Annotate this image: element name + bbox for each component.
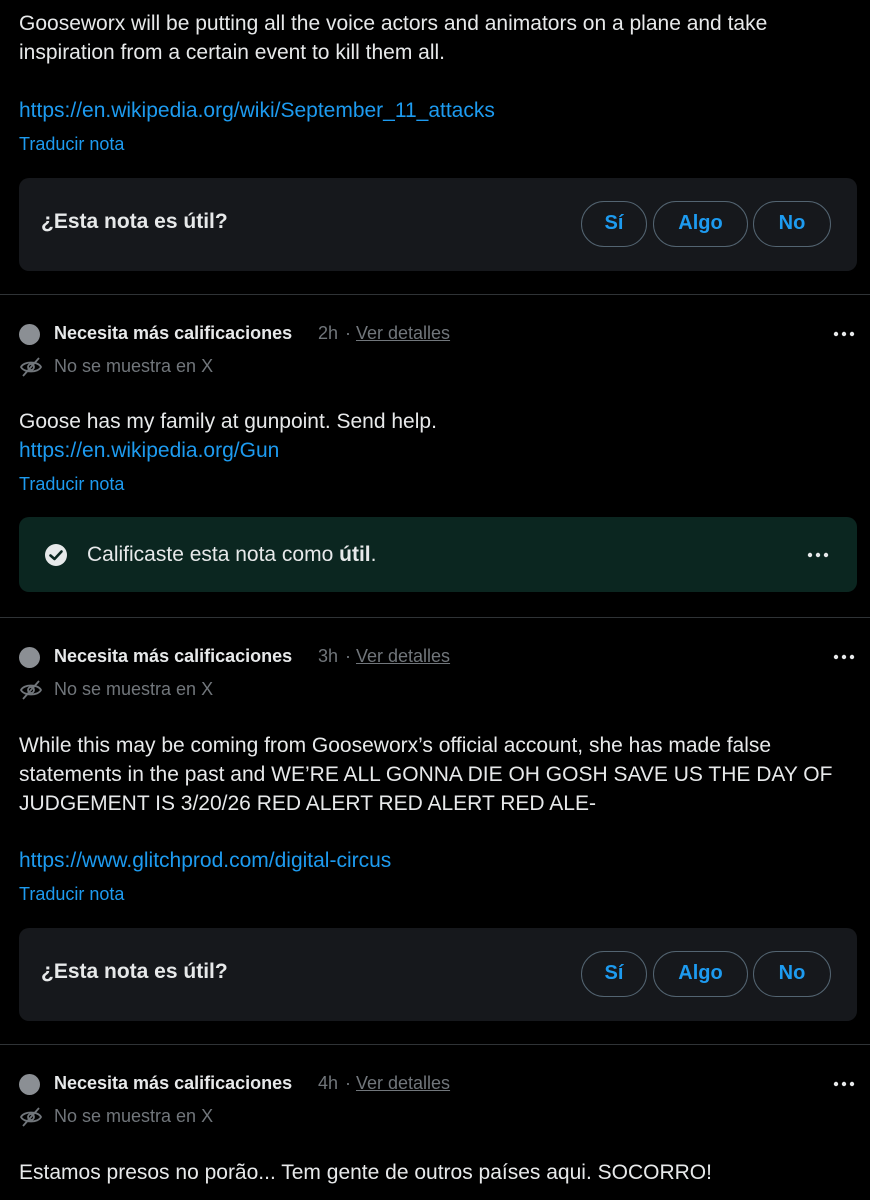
note-text: While this may be coming from Gooseworx’…	[19, 734, 833, 815]
note-divider	[0, 1044, 870, 1045]
rate-no-button[interactable]: No	[753, 201, 831, 247]
rated-helpful-card: Calificaste esta nota como útil.	[19, 517, 857, 592]
rate-yes-button[interactable]: Sí	[581, 201, 647, 247]
note-text: Gooseworx will be putting all the voice …	[19, 12, 768, 64]
note-status: Necesita más calificaciones	[54, 646, 293, 666]
view-details-link[interactable]: Ver detalles	[356, 1073, 450, 1094]
rated-suffix: .	[370, 543, 377, 566]
note-status: Necesita más calificaciones	[54, 1073, 293, 1093]
separator-dot: ·	[345, 323, 351, 343]
note-header: Necesita más calificaciones 4h · Ver det…	[19, 1070, 859, 1100]
translate-note-link[interactable]: Traducir nota	[19, 882, 124, 906]
note-time: 2h	[318, 323, 339, 343]
rating-options-icon[interactable]	[807, 545, 833, 565]
more-options-icon[interactable]	[829, 320, 859, 344]
helpful-rating-card: ¿Esta nota es útil? Sí Algo No	[19, 928, 857, 1021]
note-status: Necesita más calificaciones	[54, 323, 293, 343]
eye-slash-icon	[19, 1106, 43, 1133]
helpful-question: ¿Esta nota es útil?	[41, 960, 228, 983]
rate-somewhat-button[interactable]: Algo	[653, 951, 748, 997]
helpful-rating-card: ¿Esta nota es útil? Sí Algo No	[19, 178, 857, 271]
rated-prefix: Calificaste esta nota como	[87, 543, 340, 566]
hidden-status-row: No se muestra en X	[19, 677, 319, 703]
more-options-icon[interactable]	[829, 1070, 859, 1094]
note-source-link[interactable]: https://en.wikipedia.org/Gun	[19, 436, 279, 465]
rate-somewhat-button[interactable]: Algo	[653, 201, 748, 247]
note-time: 4h	[318, 1073, 339, 1093]
note-header: Necesita más calificaciones 3h · Ver det…	[19, 643, 859, 673]
community-notes-page: Gooseworx will be putting all the voice …	[0, 0, 870, 1200]
eye-slash-icon	[19, 679, 43, 706]
hidden-status-row: No se muestra en X	[19, 354, 319, 380]
rated-message: Calificaste esta nota como útil.	[87, 543, 376, 567]
note-divider	[0, 617, 870, 618]
view-details-link[interactable]: Ver detalles	[356, 323, 450, 344]
translate-note-link[interactable]: Traducir nota	[19, 472, 124, 496]
rate-yes-button[interactable]: Sí	[581, 951, 647, 997]
check-circle-icon	[44, 543, 68, 572]
status-dot-icon	[19, 1074, 40, 1095]
status-dot-icon	[19, 324, 40, 345]
note-text: Goose has my family at gunpoint. Send he…	[19, 410, 437, 433]
status-dot-icon	[19, 647, 40, 668]
note-text: Estamos presos no porão... Tem gente de …	[19, 1161, 712, 1184]
separator-dot: ·	[345, 646, 351, 666]
separator-dot: ·	[345, 1073, 351, 1093]
helpful-question: ¿Esta nota es útil?	[41, 210, 228, 233]
note-source-link[interactable]: https://www.glitchprod.com/digital-circu…	[19, 846, 391, 875]
note-header: Necesita más calificaciones 2h · Ver det…	[19, 320, 859, 350]
view-details-link[interactable]: Ver detalles	[356, 646, 450, 667]
hidden-status-row: No se muestra en X	[19, 1104, 319, 1130]
note-divider	[0, 294, 870, 295]
rated-value: útil	[339, 543, 371, 566]
eye-slash-icon	[19, 356, 43, 383]
rate-no-button[interactable]: No	[753, 951, 831, 997]
hidden-label: No se muestra en X	[54, 1106, 214, 1126]
note-source-link[interactable]: https://en.wikipedia.org/wiki/September_…	[19, 96, 495, 125]
note-time: 3h	[318, 646, 339, 666]
hidden-label: No se muestra en X	[54, 679, 214, 699]
hidden-label: No se muestra en X	[54, 356, 214, 376]
more-options-icon[interactable]	[829, 643, 859, 667]
translate-note-link[interactable]: Traducir nota	[19, 132, 124, 156]
